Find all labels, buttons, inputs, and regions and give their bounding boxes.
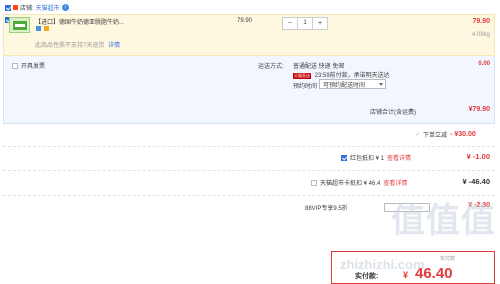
store-name-link[interactable]: 天猫超市 — [36, 3, 60, 12]
red-packet-label: 红包抵扣 ¥ 1 — [350, 156, 385, 162]
instant-discount: ✓ 下单立减 - ¥30.00 — [415, 130, 476, 139]
quantity-minus-button[interactable]: − — [283, 18, 297, 29]
checkmark-icon: ✓ — [415, 132, 421, 138]
store-total-value: ¥79.90 — [468, 106, 490, 113]
store-total-label: 店铺合计(含运费) — [370, 110, 416, 116]
item-badges — [35, 26, 49, 33]
divider — [3, 146, 495, 147]
total-label: 实付款: — [355, 273, 379, 280]
red-packet-checkbox[interactable] — [341, 154, 347, 161]
store-icon — [13, 5, 18, 10]
invoice-checkbox[interactable] — [12, 62, 18, 69]
unit-price: 79.90 — [237, 18, 253, 24]
shipping-fee: 0.00 — [478, 61, 490, 67]
card-label: 天猫超市卡抵扣 ¥ 46.4 — [320, 181, 381, 187]
watermark-url: zhizhizhi.com — [340, 257, 425, 272]
vip-label: 88VIP专享9.5折 — [305, 206, 348, 212]
card-row: 天猫超市卡抵扣 ¥ 46.4 查看详情 — [311, 178, 407, 187]
card-checkbox[interactable] — [311, 179, 317, 186]
instant-discount-value: - ¥30.00 — [450, 131, 476, 138]
shipping-label: 运送方式: — [258, 64, 284, 70]
invoice-label: 开具发票 — [21, 64, 46, 70]
badge-icon — [36, 26, 41, 31]
watermark-logo: 值值值 — [391, 202, 496, 240]
store-checkbox[interactable] — [5, 4, 11, 11]
chevron-down-icon — [379, 82, 383, 86]
tmall-direct-badge: 天猫直送 — [293, 73, 311, 79]
appointment-label: 预约时间 — [293, 84, 318, 90]
return-policy-note: 此商品性质不支持7天退货 详情 — [35, 40, 120, 49]
item-subtotal: 79.90 — [472, 18, 490, 25]
invoice-option[interactable]: 开具发票 — [12, 61, 45, 70]
instant-discount-label: 下单立减 — [423, 133, 448, 139]
quantity-input[interactable]: 1 — [297, 18, 313, 29]
red-packet-detail-link[interactable]: 查看详情 — [387, 153, 411, 162]
quantity-plus-button[interactable]: + — [313, 18, 327, 29]
shipping-method: 普通配送 快递 免邮 — [293, 64, 345, 70]
item-title[interactable]: 【进口】德国牛奶德亚脱脂牛奶... — [35, 17, 124, 26]
appointment-select[interactable]: 可预约配送时间 — [319, 79, 386, 89]
return-policy-text: 此商品性质不支持7天退货 — [35, 43, 105, 49]
card-value: ¥ -46.40 — [462, 177, 490, 186]
appointment-value: 可预约配送时间 — [323, 82, 366, 89]
product-thumbnail[interactable] — [9, 17, 30, 33]
badge-icon — [43, 26, 49, 31]
return-detail-link[interactable]: 详情 — [108, 43, 120, 49]
quantity-stepper[interactable]: − 1 + — [282, 17, 328, 30]
red-packet-value: ¥ -1.00 — [466, 152, 490, 161]
order-options — [3, 56, 495, 124]
card-detail-link[interactable]: 查看详情 — [383, 178, 407, 187]
red-packet-row: 红包抵扣 ¥ 1 查看详情 — [341, 153, 411, 162]
total-label-small: 实付款 — [440, 256, 456, 262]
divider — [3, 170, 495, 171]
store-label: 店铺: — [20, 6, 34, 12]
store-header: 店铺: 天猫超市 i — [5, 3, 69, 12]
info-icon[interactable]: i — [61, 4, 69, 11]
delivery-promise: 天猫直送 23:59前付款，承诺明天送达 — [293, 70, 390, 79]
item-weight: 4.08kg — [471, 32, 490, 38]
